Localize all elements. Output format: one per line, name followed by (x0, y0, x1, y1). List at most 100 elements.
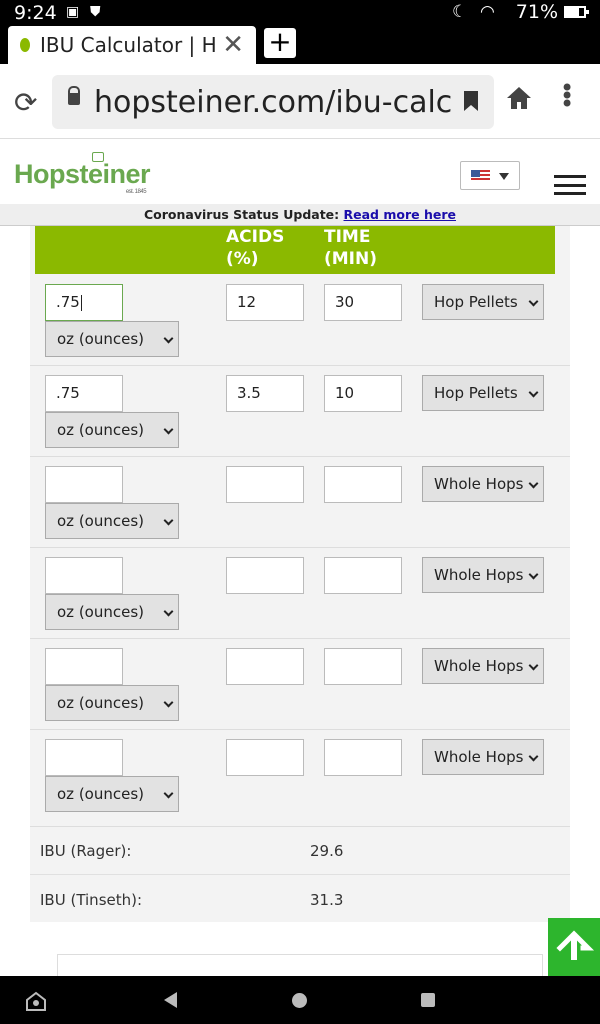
hop-amount-input[interactable]: .75 (45, 284, 123, 321)
amount-unit-select[interactable]: oz (ounces) (45, 776, 179, 812)
address-bar[interactable]: hopsteiner.com/ibu-calculator (52, 75, 494, 129)
reload-icon[interactable]: ⟳ (14, 86, 37, 119)
chevron-down-icon (528, 660, 539, 671)
hop-row: oz (ounces) Whole Hops (30, 639, 570, 730)
alpha-acids-input[interactable] (226, 557, 304, 594)
scroll-to-top-button[interactable] (548, 918, 600, 976)
boil-time-input[interactable]: 30 (324, 284, 402, 321)
result-row-rager: IBU (Rager): 29.6 (30, 827, 570, 875)
notification-icon: ▣ (66, 4, 80, 20)
new-tab-button[interactable]: + (264, 28, 296, 58)
hop-row: oz (ounces) Whole Hops (30, 730, 570, 827)
do-not-disturb-moon-icon: ☾ (452, 2, 468, 22)
hop-row: oz (ounces) Whole Hops (30, 457, 570, 548)
tab-strip: IBU Calculator | Hopsteiner ✕ + (0, 24, 600, 64)
chevron-down-icon (528, 751, 539, 762)
chevron-down-icon (163, 606, 174, 617)
boil-time-input[interactable] (324, 739, 402, 776)
amount-unit-select[interactable]: oz (ounces) (45, 503, 179, 539)
alpha-acids-input[interactable] (226, 648, 304, 685)
status-bar: 9:24 ▣ ⛊ ☾ ◠ 71% (0, 0, 600, 24)
text-cursor (80, 294, 82, 311)
hop-amount-input[interactable] (45, 466, 123, 503)
hop-row: .75 oz (ounces) 12 30 Hop Pellets (30, 274, 570, 366)
chevron-down-icon (528, 569, 539, 580)
hop-form-select[interactable]: Whole Hops (422, 648, 544, 684)
ibu-calculator-table: ACIDS (%) TIME (MIN) .75 oz (ounces) 12 … (30, 226, 570, 922)
result-value: 29.6 (310, 842, 344, 860)
hop-amount-input[interactable] (45, 739, 123, 776)
result-label: IBU (Rager): (40, 842, 132, 860)
tab-ibu-calculator[interactable]: IBU Calculator | Hopsteiner ✕ (8, 26, 256, 64)
alpha-acids-input[interactable]: 3.5 (226, 375, 304, 412)
hamburger-menu-icon[interactable] (554, 175, 586, 195)
assistant-icon[interactable] (24, 990, 48, 1012)
hop-form-select[interactable]: Hop Pellets (422, 375, 544, 411)
header-acids: ACIDS (226, 227, 285, 247)
chevron-down-icon (163, 333, 174, 344)
chevron-down-icon (163, 424, 174, 435)
result-value: 31.3 (310, 891, 344, 909)
battery-icon (564, 6, 589, 18)
table-header: ACIDS (%) TIME (MIN) (35, 226, 555, 274)
bookmark-icon[interactable] (464, 91, 478, 111)
content-card (57, 954, 543, 976)
lock-icon (68, 86, 80, 105)
recents-icon[interactable] (421, 993, 435, 1007)
wifi-icon: ◠ (480, 2, 495, 22)
amount-unit-select[interactable]: oz (ounces) (45, 594, 179, 630)
close-tab-icon[interactable]: ✕ (222, 30, 244, 60)
result-label: IBU (Tinseth): (40, 891, 143, 909)
hop-form-select[interactable]: Whole Hops (422, 739, 544, 775)
chevron-down-icon (163, 788, 174, 799)
hop-row: oz (ounces) Whole Hops (30, 548, 570, 639)
hop-form-select[interactable]: Whole Hops (422, 557, 544, 593)
back-icon[interactable] (164, 992, 177, 1008)
hop-form-select[interactable]: Hop Pellets (422, 284, 544, 320)
header-time-unit: (MIN) (324, 249, 378, 269)
url-text: hopsteiner.com/ibu-calculator (94, 85, 454, 120)
hop-amount-input[interactable]: .75 (45, 375, 123, 412)
home-icon[interactable] (505, 84, 533, 112)
alpha-acids-input[interactable] (226, 739, 304, 776)
browser-toolbar: ⟳ hopsteiner.com/ibu-calculator ••• (0, 64, 600, 139)
arrow-up-icon (556, 930, 595, 960)
chevron-down-icon (528, 478, 539, 489)
amount-unit-select[interactable]: oz (ounces) (45, 412, 179, 448)
battery-percent: 71% (515, 1, 558, 23)
us-flag-icon (471, 170, 490, 182)
notice-read-more-link[interactable]: Read more here (344, 207, 456, 222)
alpha-acids-input[interactable]: 12 (226, 284, 304, 321)
alpha-acids-input[interactable] (226, 466, 304, 503)
boil-time-input[interactable] (324, 648, 402, 685)
chevron-down-icon (163, 515, 174, 526)
notice-text: Coronavirus Status Update: (144, 207, 340, 222)
header-acids-unit: (%) (226, 249, 259, 269)
amount-unit-select[interactable]: oz (ounces) (45, 685, 179, 721)
boil-time-input[interactable]: 10 (324, 375, 402, 412)
hop-logo-icon (92, 152, 104, 162)
shield-icon: ⛊ (90, 4, 101, 20)
site-header: Hopsteiner est. 1845 (0, 139, 600, 204)
hop-amount-input[interactable] (45, 557, 123, 594)
status-time: 9:24 (14, 2, 57, 24)
country-selector[interactable] (460, 161, 520, 190)
coronavirus-notice: Coronavirus Status Update: Read more her… (0, 204, 600, 226)
result-row-tinseth: IBU (Tinseth): 31.3 (30, 876, 570, 924)
home-circle-icon[interactable] (292, 993, 307, 1008)
chevron-down-icon (528, 387, 539, 398)
header-time: TIME (324, 227, 371, 247)
hop-form-select[interactable]: Whole Hops (422, 466, 544, 502)
amount-unit-select[interactable]: oz (ounces) (45, 321, 179, 357)
chevron-down-icon (528, 296, 539, 307)
system-nav-bar (0, 976, 600, 1024)
tab-title: IBU Calculator | Hopsteiner (40, 33, 216, 57)
chevron-down-icon (499, 173, 509, 180)
hopsteiner-logo[interactable]: Hopsteiner est. 1845 (14, 152, 151, 195)
boil-time-input[interactable] (324, 466, 402, 503)
overflow-menu-icon[interactable]: • • • (560, 76, 574, 116)
hopsteiner-favicon-icon (20, 38, 30, 52)
hop-amount-input[interactable] (45, 648, 123, 685)
boil-time-input[interactable] (324, 557, 402, 594)
hop-row: .75 oz (ounces) 3.5 10 Hop Pellets (30, 366, 570, 457)
